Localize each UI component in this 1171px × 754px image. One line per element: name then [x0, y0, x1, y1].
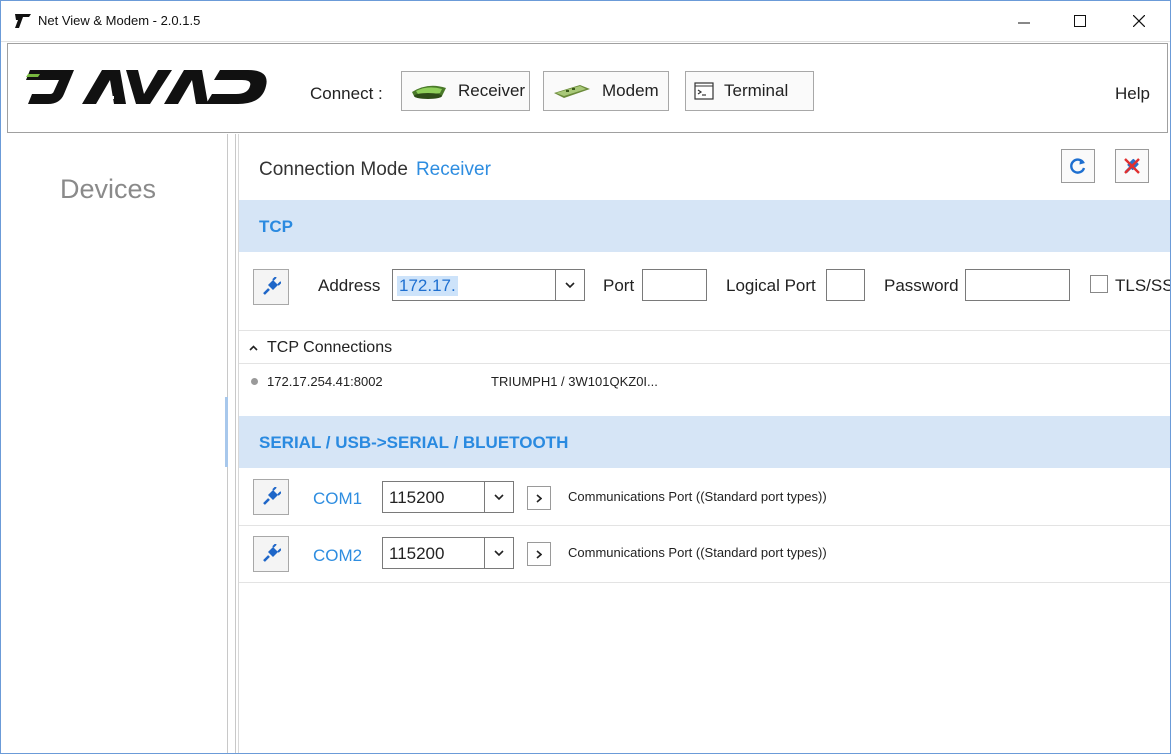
- com1-connect-button[interactable]: [253, 479, 289, 515]
- minimize-icon: [1018, 22, 1030, 24]
- logical-port-label: Logical Port: [726, 276, 816, 295]
- com1-label: COM1: [313, 489, 363, 508]
- com1-description: Communications Port ((Standard port type…: [568, 489, 827, 504]
- devices-heading: Devices: [59, 174, 157, 204]
- tcp-connect-button[interactable]: [253, 269, 289, 305]
- connection-mode: Connection Mode Receiver: [259, 159, 491, 181]
- maximize-icon: [1074, 15, 1086, 27]
- tcp-connection-row[interactable]: 172.17.254.41:8002 TRIUMPH1 / 3W101QKZ0I…: [239, 364, 1170, 400]
- main-panel: Connection Mode Receiver TCP Address 172…: [238, 134, 1171, 753]
- com2-label: COM2: [313, 546, 363, 565]
- tcp-connections-header[interactable]: TCP Connections: [239, 334, 1170, 364]
- address-combobox[interactable]: 172.17.: [392, 269, 585, 301]
- modem-label: Modem: [602, 81, 659, 100]
- splitter-line: [235, 134, 236, 753]
- close-button[interactable]: [1116, 1, 1162, 41]
- plug-icon: [263, 544, 281, 562]
- com2-dropdown-arrow[interactable]: [484, 538, 513, 568]
- port-label: Port: [603, 276, 635, 295]
- tcp-connections-label: TCP Connections: [267, 339, 393, 356]
- com1-baud-value: 115200: [389, 488, 445, 507]
- chevron-up-icon: [249, 345, 258, 351]
- maximize-button[interactable]: [1057, 1, 1103, 41]
- disconnect-icon: [1124, 158, 1140, 174]
- app-window: Net View & Modem - 2.0.1.5 Connect: Rec…: [0, 0, 1171, 754]
- splitter-grip[interactable]: [225, 397, 228, 467]
- password-label: Password: [884, 276, 959, 295]
- chevron-down-icon: [494, 493, 504, 500]
- chevron-down-icon: [494, 549, 504, 556]
- serial-header-label: SERIAL / USB->SERIAL / BLUETOOTH: [259, 433, 569, 452]
- javad-app-icon: [15, 14, 31, 28]
- com2-connect-button[interactable]: [253, 536, 289, 572]
- toolbar: Connect : Receiver Modem Terminal Help: [7, 43, 1168, 133]
- com2-row: COM2 115200 Communications Port ((Standa…: [239, 526, 1170, 583]
- modem-button[interactable]: Modem: [543, 71, 669, 111]
- terminal-button[interactable]: Terminal: [685, 71, 814, 111]
- title-bar: Net View & Modem - 2.0.1.5: [1, 1, 1170, 42]
- terminal-label: Terminal: [724, 81, 789, 100]
- chevron-right-icon: [536, 549, 542, 559]
- refresh-button[interactable]: [1061, 149, 1095, 183]
- address-dropdown-arrow[interactable]: [555, 270, 584, 300]
- modem-icon: [552, 81, 592, 101]
- password-input[interactable]: [965, 269, 1070, 301]
- disconnect-all-button[interactable]: [1115, 149, 1149, 183]
- com2-description: Communications Port ((Standard port type…: [568, 545, 827, 560]
- serial-section-header: SERIAL / USB->SERIAL / BLUETOOTH: [239, 416, 1170, 468]
- minimize-button[interactable]: [1001, 1, 1047, 41]
- terminal-icon: [694, 82, 714, 100]
- javad-logo: [26, 70, 267, 104]
- com1-dropdown-arrow[interactable]: [484, 482, 513, 512]
- tcp-header-label: TCP: [259, 217, 293, 236]
- logical-port-input[interactable]: [826, 269, 865, 301]
- plug-icon: [263, 487, 281, 505]
- help-link[interactable]: Help: [1115, 84, 1150, 104]
- tcp-section-header: TCP: [239, 200, 1170, 252]
- connection-mode-value: Receiver: [415, 159, 491, 180]
- com2-baud-combobox[interactable]: 115200: [382, 537, 514, 569]
- tcp-connection-device: TRIUMPH1 / 3W101QKZ0I...: [491, 374, 658, 389]
- close-icon: [1133, 15, 1145, 27]
- refresh-icon: [1070, 158, 1086, 174]
- address-label: Address: [318, 276, 381, 295]
- window-title: Net View & Modem - 2.0.1.5: [38, 13, 201, 28]
- com1-expand-button[interactable]: [527, 486, 551, 510]
- address-value: 172.17.: [397, 276, 458, 296]
- tcp-connection-address: 172.17.254.41:8002: [267, 374, 383, 389]
- plug-icon: [263, 277, 281, 295]
- port-input[interactable]: [642, 269, 707, 301]
- com1-baud-combobox[interactable]: 115200: [382, 481, 514, 513]
- receiver-icon: [410, 80, 448, 102]
- chevron-right-icon: [536, 493, 542, 503]
- connection-mode-label: Connection Mode: [259, 159, 408, 180]
- connect-label: Connect :: [310, 84, 383, 103]
- tls-checkbox[interactable]: [1090, 275, 1108, 293]
- receiver-button[interactable]: Receiver: [401, 71, 530, 111]
- status-dot-icon: [251, 378, 258, 385]
- com1-row: COM1 115200 Communications Port ((Standa…: [239, 468, 1170, 526]
- panel-splitter[interactable]: [214, 134, 237, 753]
- chevron-down-icon: [565, 281, 575, 288]
- com2-baud-value: 115200: [389, 544, 445, 563]
- com2-expand-button[interactable]: [527, 542, 551, 566]
- receiver-label: Receiver: [458, 81, 526, 100]
- tls-label: TLS/SS: [1115, 276, 1171, 295]
- tcp-address-row: Address 172.17. Port Logical Port Passwo…: [239, 252, 1171, 331]
- sidebar: Devices: [2, 134, 215, 753]
